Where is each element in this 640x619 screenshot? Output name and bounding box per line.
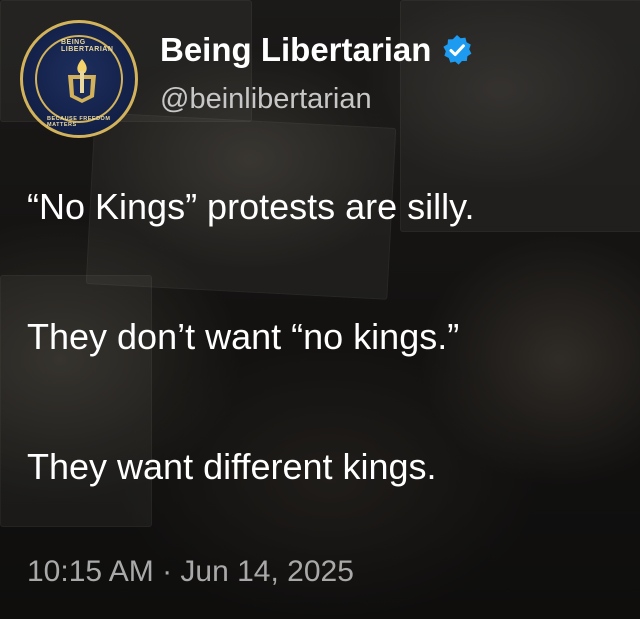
- display-name[interactable]: Being Libertarian: [160, 31, 431, 69]
- tweet-text-line-2: They don’t want “no kings.”: [27, 316, 460, 357]
- author-name-row: Being Libertarian: [160, 28, 473, 72]
- avatar[interactable]: BEING LIBERTARIAN BECAUSE FREEDOM MATTER…: [20, 20, 138, 138]
- torch-emblem-icon: [68, 59, 96, 103]
- tweet-card: BEING LIBERTARIAN BECAUSE FREEDOM MATTER…: [0, 0, 640, 619]
- author-handle[interactable]: @beinlibertarian: [160, 83, 372, 116]
- tweet-text-line-3: They want different kings.: [27, 446, 437, 487]
- tweet-text-line-1: “No Kings” protests are silly.: [27, 186, 475, 227]
- avatar-top-text: BEING LIBERTARIAN: [61, 39, 114, 53]
- verified-badge-icon: [443, 35, 472, 65]
- tweet-timestamp[interactable]: 10:15 AM · Jun 14, 2025: [27, 555, 354, 589]
- avatar-bottom-text: BECAUSE FREEDOM MATTERS: [47, 116, 111, 128]
